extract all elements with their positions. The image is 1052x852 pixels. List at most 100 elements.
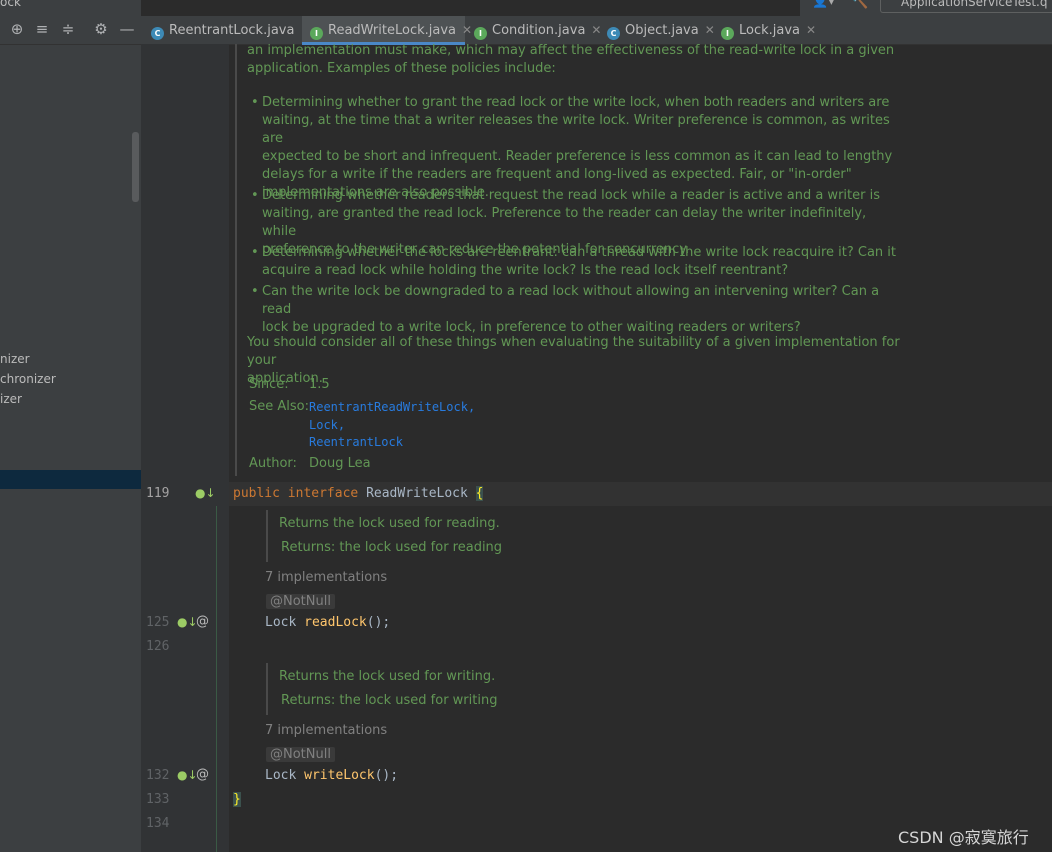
minimize-icon[interactable]: —: [118, 20, 136, 38]
return-type: Lock: [265, 615, 305, 630]
keyword: interface: [287, 486, 359, 501]
interface-icon: I: [721, 27, 734, 40]
bullet-dot: •: [251, 245, 259, 260]
author-label: Author:: [249, 456, 297, 471]
interface-declaration[interactable]: public interface ReadWriteLock {: [233, 486, 484, 501]
collapse-all-icon[interactable]: ≑: [59, 20, 77, 38]
doc-line: You should consider all of these things …: [247, 335, 900, 368]
class-icon: C: [607, 27, 620, 40]
interface-name: ReadWriteLock: [358, 486, 476, 501]
implemented-by-icon[interactable]: ●↓: [177, 615, 198, 629]
user-icon[interactable]: 👤▾: [812, 0, 835, 9]
brace: }: [233, 792, 241, 807]
tab-label: ReentrantLock.java: [169, 23, 295, 38]
tree-item[interactable]: nizer: [0, 352, 30, 366]
doc-line: acquire a read lock while holding the wr…: [262, 263, 789, 278]
doc-line: expected to be short and infrequent. Rea…: [262, 149, 893, 164]
editor-tabs: C ReentrantLock.java ✕ I ReadWriteLock.java…: [141, 16, 1052, 45]
line-number: 133: [146, 792, 170, 807]
line-number: 132: [146, 768, 170, 783]
doc-bullet: Determining whether the locks are reentr…: [262, 244, 902, 280]
locate-icon[interactable]: ⊕: [8, 20, 26, 38]
run-config-select[interactable]: ApplicationServiceTest.q: [880, 0, 1052, 13]
doc-line: Determining whether to grant the read lo…: [262, 95, 890, 110]
panel-toolbar: ⊕ ≡ ≑ ⚙ —: [0, 16, 141, 45]
doc-line: an implementation must make, which may a…: [247, 43, 895, 58]
doc-line: application. Examples of these policies …: [247, 61, 556, 76]
doc-line: application.: [247, 371, 323, 386]
method-name: writeLock: [304, 768, 375, 783]
keyword: public: [233, 486, 280, 501]
tab-label: Lock.java: [739, 23, 801, 38]
doc-line: waiting, at the time that a writer relea…: [262, 113, 890, 146]
close-icon[interactable]: ✕: [591, 23, 601, 37]
doc-block-border: [235, 44, 237, 476]
bullet-dot: •: [251, 95, 259, 110]
annotation-gutter-icon[interactable]: @: [196, 614, 209, 629]
open-brace: {: [475, 486, 484, 501]
write-doc-summary: Returns the lock used for writing.: [279, 669, 496, 684]
tab-readwritelock[interactable]: I ReadWriteLock.java ✕: [302, 16, 472, 45]
doc-bullet: Determining whether to grant the read lo…: [262, 94, 902, 202]
doc-intro: an implementation must make, which may a…: [247, 42, 907, 78]
bullet-dot: •: [251, 188, 259, 203]
return-type: Lock: [265, 768, 305, 783]
bullet-dot: •: [251, 284, 259, 299]
tab-label: Object.java: [625, 23, 699, 38]
watermark: CSDN @寂寞旅行: [898, 828, 1029, 847]
see-also-link[interactable]: ReentrantReadWriteLock,: [309, 400, 475, 414]
close-brace: }: [233, 792, 241, 807]
implemented-by-icon[interactable]: ●↓: [177, 768, 198, 782]
write-lock-method[interactable]: Lock writeLock();: [265, 768, 398, 783]
tree-item[interactable]: chronizer: [0, 372, 56, 386]
see-also-link[interactable]: Lock,: [309, 418, 345, 432]
tree-item[interactable]: izer: [0, 392, 22, 406]
tab-label: Condition.java: [492, 23, 586, 38]
close-icon[interactable]: ✕: [462, 23, 472, 37]
doc-closing: You should consider all of these things …: [247, 334, 927, 388]
implementations-hint[interactable]: 7 implementations: [265, 723, 387, 738]
panel-title-fragment: ock: [0, 0, 21, 9]
gear-icon[interactable]: ⚙: [92, 20, 110, 38]
since-value: 1.5: [309, 377, 330, 392]
since-label: Since:: [249, 377, 289, 392]
read-doc-returns: Returns: the lock used for reading: [281, 540, 503, 555]
tab-lock[interactable]: I Lock.java ✕: [721, 16, 821, 44]
tree-selected-row[interactable]: [0, 470, 141, 489]
doc-block-border: [266, 663, 268, 715]
annotation-hint: @NotNull: [266, 747, 335, 762]
class-icon: C: [151, 27, 164, 40]
see-also-label: See Also:: [249, 399, 309, 414]
build-icon[interactable]: 🔨: [852, 0, 868, 10]
write-doc-returns: Returns: the lock used for writing: [281, 693, 498, 708]
implementations-hint[interactable]: 7 implementations: [265, 570, 387, 585]
doc-bullet: Can the write lock be downgraded to a re…: [262, 283, 902, 337]
annotation-hint: @NotNull: [266, 594, 335, 609]
tab-reentrantlock[interactable]: CReentrantLock.java✕: [151, 16, 311, 44]
doc-line: Determining whether the locks are reentr…: [262, 245, 896, 260]
line-number: 125: [146, 615, 170, 630]
doc-line: waiting, are granted the read lock. Pref…: [262, 206, 867, 239]
method-name: readLock: [304, 615, 367, 630]
expand-all-icon[interactable]: ≡: [33, 20, 51, 38]
read-lock-method[interactable]: Lock readLock();: [265, 615, 390, 630]
line-number: 119: [146, 486, 170, 501]
annotation-gutter-icon[interactable]: @: [196, 767, 209, 782]
interface-icon: I: [310, 27, 323, 40]
panel-scrollbar[interactable]: [132, 132, 139, 202]
doc-line: Can the write lock be downgraded to a re…: [262, 284, 880, 317]
read-doc-summary: Returns the lock used for reading.: [279, 516, 500, 531]
close-icon[interactable]: ✕: [705, 23, 715, 37]
close-icon[interactable]: ✕: [806, 23, 816, 37]
tab-object[interactable]: C Object.java ✕: [607, 16, 717, 44]
doc-line: Determining whether readers that request…: [262, 188, 880, 203]
interface-icon: I: [474, 27, 487, 40]
doc-block-border: [266, 510, 268, 562]
tab-label: ReadWriteLock.java: [328, 23, 457, 38]
method-tail: ();: [374, 768, 399, 783]
see-also-link[interactable]: ReentrantLock: [309, 435, 403, 449]
author-value: Doug Lea: [309, 456, 371, 471]
implemented-by-icon[interactable]: ●↓: [195, 486, 216, 500]
project-panel: ock ⊕ ≡ ≑ ⚙ — nizer chronizer izer: [0, 0, 141, 852]
tab-condition[interactable]: I Condition.java ✕: [474, 16, 601, 44]
